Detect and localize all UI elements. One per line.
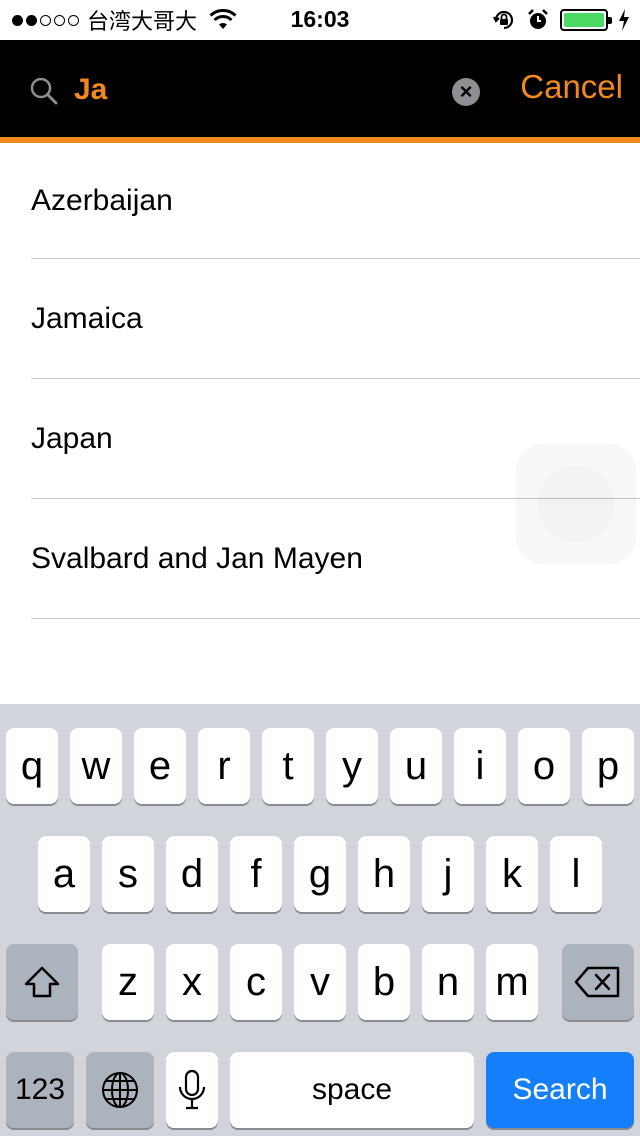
numbers-key[interactable]: 123 — [6, 1052, 74, 1128]
key-m[interactable]: m — [486, 944, 538, 1020]
rotation-lock-icon — [493, 10, 514, 30]
key-x[interactable]: x — [166, 944, 218, 1020]
battery-icon — [560, 9, 612, 31]
key-g[interactable]: g — [294, 836, 346, 912]
status-right — [492, 6, 630, 34]
list-item-label: Jamaica — [31, 302, 143, 335]
key-s[interactable]: s — [102, 836, 154, 912]
key-c[interactable]: c — [230, 944, 282, 1020]
shift-key[interactable] — [6, 944, 78, 1020]
space-key[interactable]: space — [230, 1052, 474, 1128]
search-header: × Cancel — [0, 40, 640, 138]
key-e[interactable]: e — [134, 728, 186, 804]
delete-icon — [574, 966, 620, 998]
microphone-icon — [178, 1069, 206, 1110]
key-y[interactable]: y — [326, 728, 378, 804]
globe-icon — [102, 1072, 138, 1108]
search-key[interactable]: Search — [486, 1052, 634, 1128]
list-item[interactable]: Jamaica — [0, 259, 640, 379]
alarm-icon — [528, 9, 548, 29]
key-t[interactable]: t — [262, 728, 314, 804]
assistive-touch-button[interactable] — [516, 444, 636, 564]
list-item-label: Azerbaijan — [31, 184, 173, 217]
key-u[interactable]: u — [390, 728, 442, 804]
keyboard: q w e r t y u i o p a s d f g h j k l z … — [0, 704, 640, 1136]
charging-bolt-icon — [619, 9, 629, 31]
key-l[interactable]: l — [550, 836, 602, 912]
key-w[interactable]: w — [70, 728, 122, 804]
key-k[interactable]: k — [486, 836, 538, 912]
clear-icon[interactable]: × — [452, 78, 480, 106]
divider — [31, 618, 640, 619]
key-p[interactable]: p — [582, 728, 634, 804]
key-z[interactable]: z — [102, 944, 154, 1020]
shift-icon — [24, 966, 60, 998]
status-bar: 台湾大哥大 16:03 — [0, 0, 640, 40]
list-item[interactable]: Azerbaijan — [0, 143, 640, 259]
key-n[interactable]: n — [422, 944, 474, 1020]
key-f[interactable]: f — [230, 836, 282, 912]
delete-key[interactable] — [562, 944, 634, 1020]
key-h[interactable]: h — [358, 836, 410, 912]
key-r[interactable]: r — [198, 728, 250, 804]
search-input[interactable] — [72, 68, 432, 112]
key-v[interactable]: v — [294, 944, 346, 1020]
key-i[interactable]: i — [454, 728, 506, 804]
key-d[interactable]: d — [166, 836, 218, 912]
key-q[interactable]: q — [6, 728, 58, 804]
key-a[interactable]: a — [38, 836, 90, 912]
cancel-button[interactable]: Cancel — [520, 68, 623, 106]
key-b[interactable]: b — [358, 944, 410, 1020]
key-j[interactable]: j — [422, 836, 474, 912]
microphone-key[interactable] — [166, 1052, 218, 1128]
key-o[interactable]: o — [518, 728, 570, 804]
list-item-label: Svalbard and Jan Mayen — [31, 542, 363, 575]
search-icon — [30, 77, 58, 105]
list-item-label: Japan — [31, 422, 113, 455]
globe-key[interactable] — [86, 1052, 154, 1128]
